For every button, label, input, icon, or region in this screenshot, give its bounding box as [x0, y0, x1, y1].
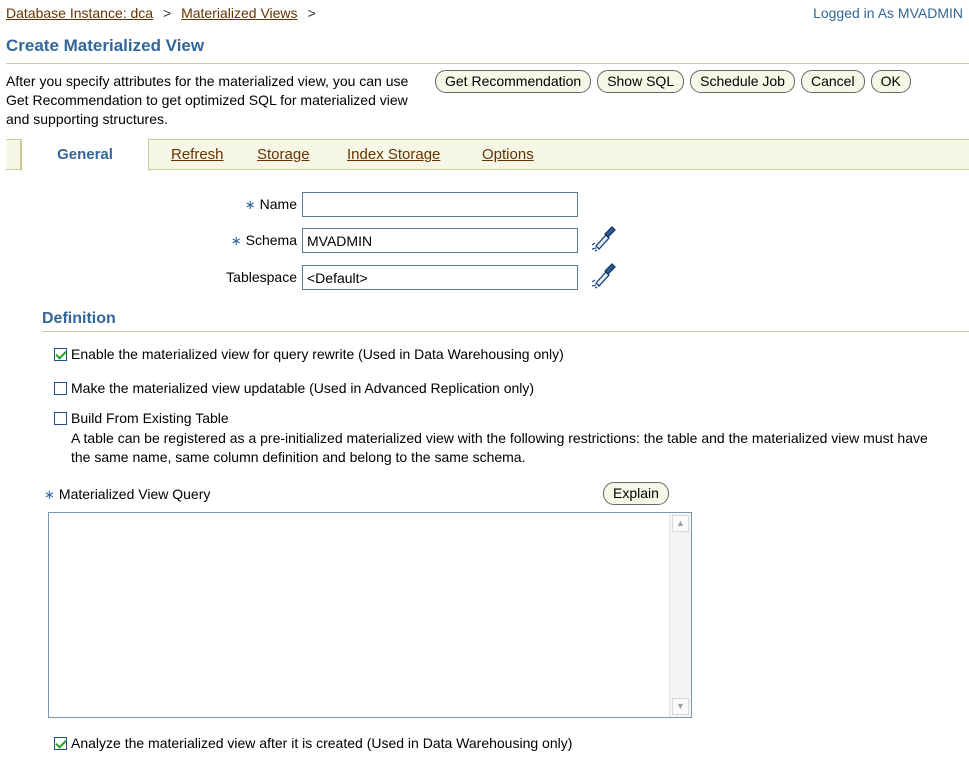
name-input[interactable] — [302, 192, 578, 217]
query-textarea[interactable] — [49, 513, 669, 717]
tablespace-label: Tablespace — [226, 269, 297, 285]
query-rewrite-checkbox[interactable] — [54, 348, 67, 361]
definition-heading: Definition — [42, 310, 116, 327]
title-divider — [6, 63, 969, 64]
tab-index-storage[interactable]: Index Storage — [347, 146, 440, 163]
scroll-up-icon[interactable]: ▲ — [672, 515, 689, 532]
query-label-text: Materialized View Query — [58, 486, 211, 502]
updatable-checkbox[interactable] — [54, 382, 67, 395]
build-existing-label: Build From Existing Table — [71, 410, 229, 426]
required-marker: ∗ — [44, 487, 55, 502]
analyze-label: Analyze the materialized view after it i… — [71, 735, 573, 751]
flashlight-icon[interactable] — [590, 224, 616, 252]
tab-options[interactable]: Options — [482, 146, 534, 163]
tablespace-input[interactable] — [302, 265, 578, 290]
ok-button[interactable]: OK — [870, 70, 911, 93]
page-title: Create Materialized View — [6, 36, 205, 55]
build-existing-checkbox[interactable] — [54, 412, 67, 425]
breadcrumb-materialized-views[interactable]: Materialized Views — [181, 5, 297, 21]
tab-bar: General Refresh Storage Index Storage Op… — [6, 139, 969, 171]
name-label-text: Name — [259, 196, 297, 212]
build-existing-option[interactable]: Build From Existing Table — [54, 410, 229, 426]
analyze-option[interactable]: Analyze the materialized view after it i… — [54, 735, 572, 751]
page-description: After you specify attributes for the mat… — [6, 73, 409, 127]
explain-button[interactable]: Explain — [603, 482, 669, 505]
show-sql-button[interactable]: Show SQL — [597, 70, 685, 93]
breadcrumb-separator: > — [307, 5, 316, 21]
flashlight-icon[interactable] — [590, 261, 616, 289]
logged-in-status: Logged in As MVADMIN — [813, 5, 963, 21]
schema-input[interactable] — [302, 228, 578, 253]
build-existing-help: A table can be registered as a pre-initi… — [71, 430, 928, 465]
tablespace-row: Tablespace — [0, 265, 297, 290]
definition-divider — [42, 331, 969, 332]
name-row: ∗ Name — [0, 192, 297, 217]
action-buttons: Get Recommendation Show SQL Schedule Job… — [435, 70, 911, 93]
query-rewrite-label: Enable the materialized view for query r… — [71, 346, 564, 362]
page-header: Database Instance: dca > Materialized Vi… — [0, 0, 969, 58]
query-label: ∗ Materialized View Query — [44, 486, 210, 503]
schema-label: ∗ Schema — [231, 232, 297, 249]
schedule-job-button[interactable]: Schedule Job — [690, 70, 795, 93]
breadcrumb: Database Instance: dca > Materialized Vi… — [6, 5, 322, 21]
breadcrumb-separator: > — [163, 5, 172, 21]
required-marker: ∗ — [244, 197, 256, 212]
required-marker: ∗ — [230, 233, 242, 248]
tab-spacer — [6, 140, 21, 170]
get-recommendation-button[interactable]: Get Recommendation — [435, 70, 592, 93]
updatable-label: Make the materialized view updatable (Us… — [71, 380, 535, 396]
scroll-down-icon[interactable]: ▼ — [672, 698, 689, 715]
tab-storage[interactable]: Storage — [257, 146, 310, 163]
cancel-button[interactable]: Cancel — [800, 70, 865, 93]
query-rewrite-option[interactable]: Enable the materialized view for query r… — [54, 346, 564, 362]
schema-row: ∗ Schema — [0, 228, 297, 253]
tab-refresh[interactable]: Refresh — [171, 146, 224, 163]
analyze-checkbox[interactable] — [54, 737, 67, 750]
breadcrumb-database-instance[interactable]: Database Instance: dca — [6, 5, 153, 21]
tab-general[interactable]: General — [21, 139, 149, 171]
updatable-option[interactable]: Make the materialized view updatable (Us… — [54, 380, 534, 396]
query-textarea-frame: ▲ ▼ — [48, 512, 692, 718]
query-scrollbar[interactable]: ▲ ▼ — [669, 513, 691, 717]
schema-label-text: Schema — [245, 232, 297, 248]
name-label: ∗ Name — [245, 196, 297, 213]
